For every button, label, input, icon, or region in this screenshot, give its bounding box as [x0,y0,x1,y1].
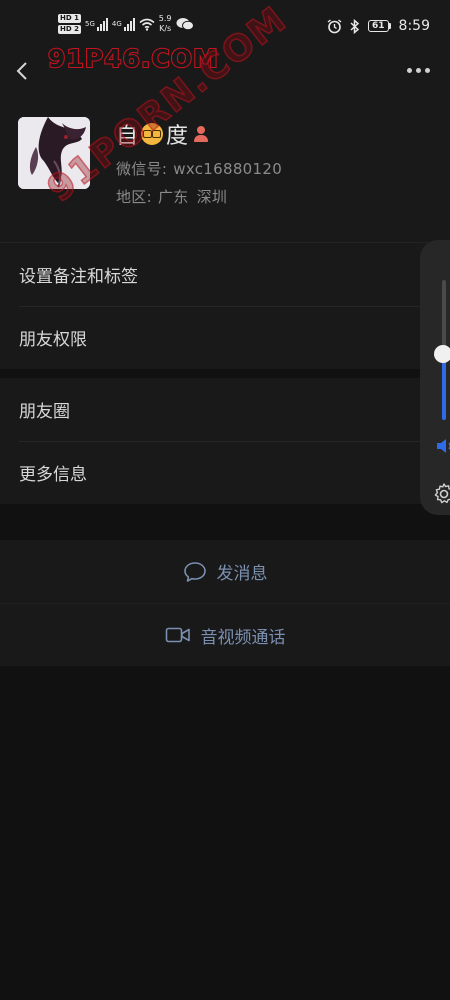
volume-slider-fill [442,354,446,420]
wifi-icon [139,18,155,31]
region-label: 地区: [116,188,152,206]
network-4g-label: 4G [111,20,122,28]
signal-icon [123,17,135,31]
chevron-left-icon[interactable] [12,60,34,82]
more-dots-icon[interactable] [407,68,430,73]
settings-group: 设置备注和标签 朋友权限 [0,242,450,369]
person-emoji [193,125,209,143]
battery-level: 61 [368,20,389,32]
remark-and-tags-label: 设置备注和标签 [19,267,138,287]
hd1-badge: HD 1 [58,14,81,23]
bluetooth-icon [350,18,360,34]
wechat-icon [176,18,194,31]
hd-indicators: HD 1 HD 2 [58,14,81,34]
video-camera-icon [165,627,190,643]
network-speed: 5.9 K/s [159,14,172,34]
friend-permissions-label: 朋友权限 [19,330,87,350]
more-info-cell[interactable]: 更多信息 [0,441,450,504]
wechat-id-value: wxc16880120 [173,160,283,178]
send-message-button[interactable]: 发消息 [0,540,450,603]
settings-gear-icon[interactable] [432,482,450,506]
network-5g-label: 5G [84,20,95,28]
friend-permissions-cell[interactable]: 朋友权限 [0,306,450,369]
actions-group: 发消息 音视频通话 [0,540,450,666]
send-message-label: 发消息 [216,564,268,584]
info-group: 朋友圈 更多信息 [0,378,450,504]
volume-slider-knob[interactable] [434,345,450,364]
speed-value: 5.9 [158,14,172,23]
speaker-icon[interactable] [436,438,450,454]
signal-icon [96,17,108,31]
moments-label: 朋友圈 [19,402,70,422]
moments-cell[interactable]: 朋友圈 [0,378,450,441]
speed-unit: K/s [159,24,172,33]
av-call-button[interactable]: 音视频通话 [0,603,450,666]
status-bar-right: 61 8:59 [327,18,430,34]
more-info-label: 更多信息 [19,465,87,485]
alarm-icon [327,18,342,33]
hd2-badge: HD 2 [58,25,81,34]
region-province: 广东 [157,188,189,206]
battery-icon: 61 [368,20,391,32]
wechat-id-row: 微信号: wxc16880120 [116,158,282,179]
av-call-label: 音视频通话 [200,627,286,648]
region-row: 地区: 广东 深圳 [116,186,227,207]
chat-bubble-icon [183,561,206,582]
volume-overlay [420,240,450,515]
remark-and-tags-cell[interactable]: 设置备注和标签 [0,243,450,306]
status-bar-left: HD 1 HD 2 5G 4G 5.9 K/s [58,14,194,34]
contact-profile-screen: HD 1 HD 2 5G 4G 5.9 K/s 61 8:59 自 度 微信号:… [0,0,450,1000]
clock-time: 8:59 [398,18,430,34]
region-city: 深圳 [196,188,228,206]
